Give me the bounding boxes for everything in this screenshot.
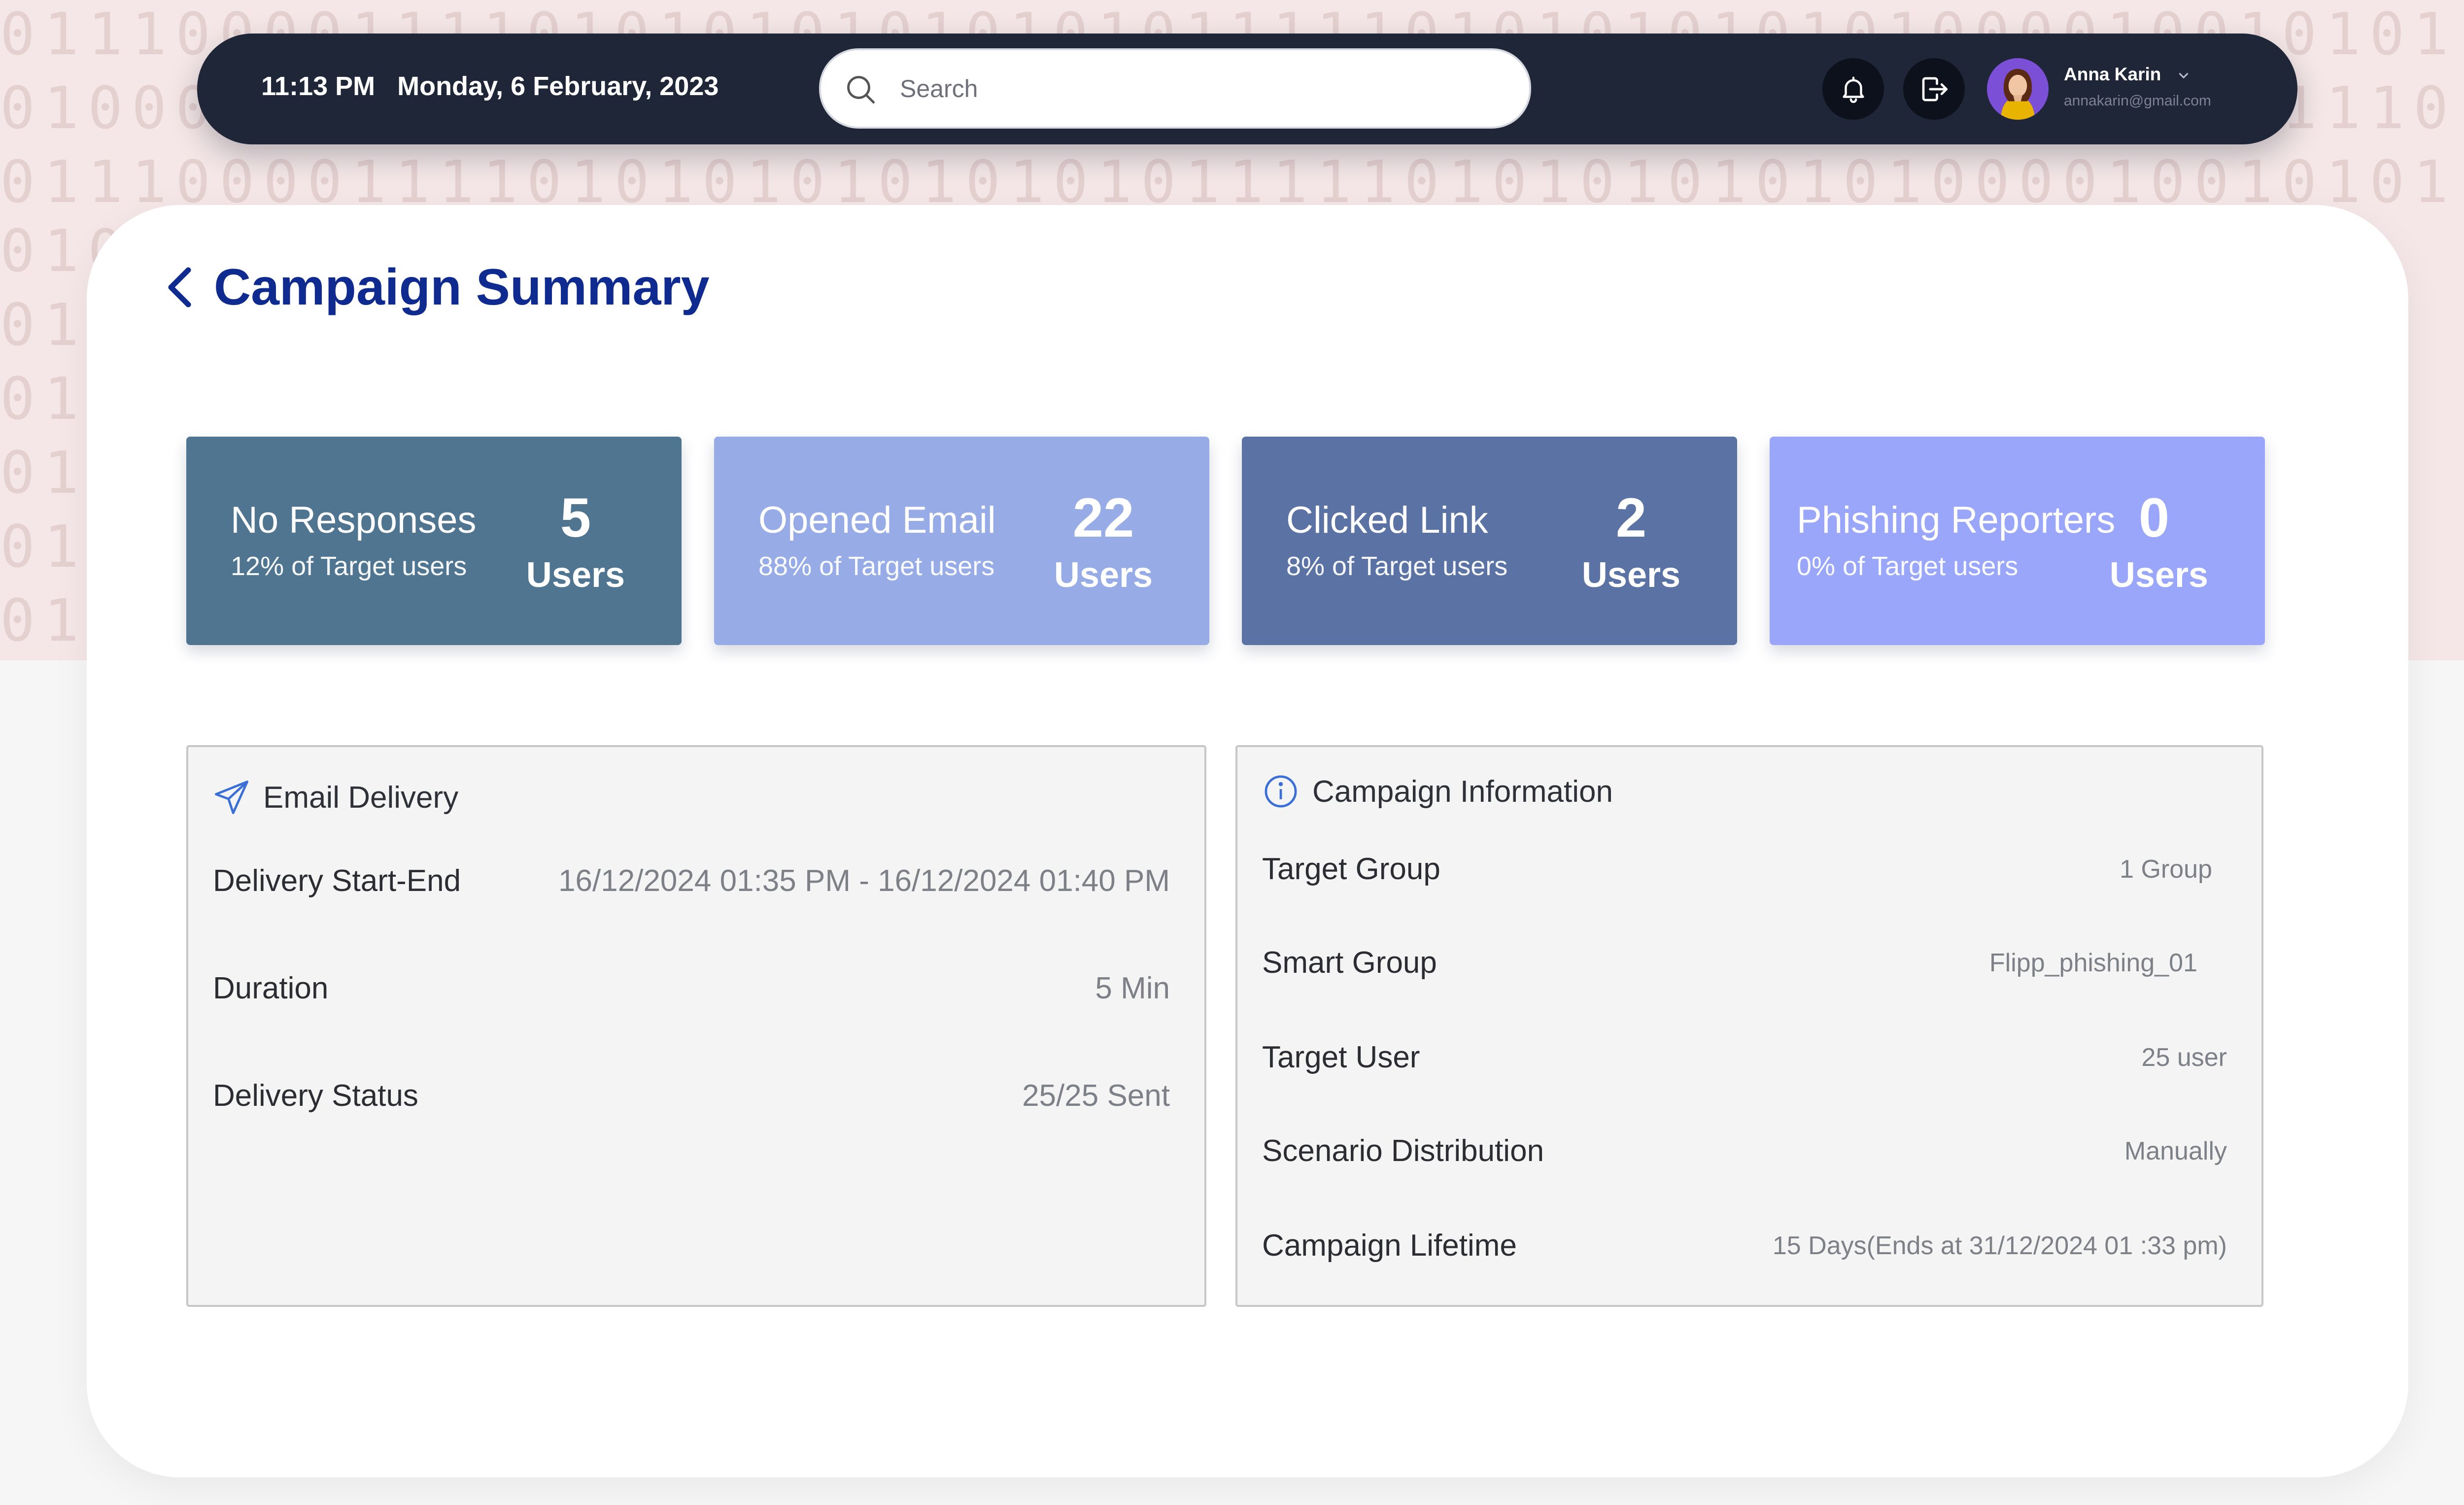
search-box[interactable] <box>819 48 1531 129</box>
back-chevron-icon[interactable] <box>164 265 198 309</box>
detail-label: Delivery Status <box>213 1079 418 1113</box>
stat-unit: Users <box>1581 555 1681 595</box>
detail-value: Flipp_phishing_01 <box>1989 949 2197 977</box>
user-name: Anna Karin <box>2064 64 2161 84</box>
page-title: Campaign Summary <box>214 259 710 316</box>
user-name-row: Anna Karin <box>2064 64 2211 85</box>
search-input[interactable] <box>900 69 1481 108</box>
info-icon <box>1265 775 1297 808</box>
email-delivery-panel: Email Delivery Delivery Start-End 16/12/… <box>186 745 1206 1307</box>
stat-count: 5 <box>560 487 591 548</box>
campaign-summary-card: Campaign Summary No Responses 12% of Tar… <box>87 205 2408 1477</box>
logout-button[interactable] <box>1903 58 1965 120</box>
detail-value: 25 user <box>2141 1043 2227 1072</box>
user-menu[interactable]: Anna Karin annakarin@gmail.com <box>2064 64 2211 109</box>
current-time: 11:13 PM <box>261 71 376 101</box>
detail-label: Scenario Distribution <box>1262 1134 1544 1168</box>
avatar[interactable] <box>1987 58 2049 120</box>
stat-subtitle: 8% of Target users <box>1286 551 1508 581</box>
detail-label: Delivery Start-End <box>213 864 461 898</box>
stat-count: 0 <box>2138 487 2170 548</box>
stat-count: 2 <box>1615 487 1647 548</box>
detail-label: Smart Group <box>1262 946 1437 980</box>
stat-unit: Users <box>1054 555 1153 595</box>
stat-card-no-responses[interactable]: No Responses 12% of Target users 5 Users <box>186 437 682 645</box>
detail-label: Campaign Lifetime <box>1262 1229 1517 1263</box>
detail-value: Manually <box>2124 1137 2227 1165</box>
current-date: Monday, 6 February, 2023 <box>397 71 719 101</box>
panel-heading-text: Campaign Information <box>1312 774 1613 809</box>
send-icon <box>214 780 249 815</box>
clock: 11:13 PM Monday, 6 February, 2023 <box>261 71 719 102</box>
stat-subtitle: 88% of Target users <box>758 551 995 581</box>
stat-card-phishing-reporters[interactable]: Phishing Reporters 0% of Target users 0 … <box>1770 437 2265 645</box>
bell-icon <box>1842 76 1864 103</box>
stat-subtitle: 0% of Target users <box>1797 551 2019 581</box>
detail-value: 25/25 Sent <box>1022 1079 1170 1113</box>
campaign-information-panel: Campaign Information Target Group 1 Grou… <box>1235 745 2263 1307</box>
stat-title: Phishing Reporters <box>1797 499 2116 541</box>
detail-value: 16/12/2024 01:35 PM - 16/12/2024 01:40 P… <box>558 864 1170 898</box>
search-icon <box>847 76 875 104</box>
stat-unit: Users <box>2109 555 2209 595</box>
stat-title: No Responses <box>231 499 477 541</box>
chevron-down-icon[interactable] <box>2175 67 2192 84</box>
detail-label: Target User <box>1262 1040 1420 1074</box>
notifications-button[interactable] <box>1822 58 1884 120</box>
stat-count: 22 <box>1072 487 1134 548</box>
user-email: annakarin@gmail.com <box>2064 93 2211 109</box>
stat-title: Clicked Link <box>1286 499 1488 541</box>
campaign-information-heading: Campaign Information <box>1262 773 1613 810</box>
stat-subtitle: 12% of Target users <box>231 551 467 581</box>
panel-heading-text: Email Delivery <box>263 780 459 815</box>
top-bar: 11:13 PM Monday, 6 February, 2023 Anna K… <box>197 34 2297 144</box>
email-delivery-heading: Email Delivery <box>213 779 458 816</box>
stat-card-clicked-link[interactable]: Clicked Link 8% of Target users 2 Users <box>1242 437 1737 645</box>
detail-label: Target Group <box>1262 852 1440 886</box>
detail-value: 15 Days(Ends at 31/12/2024 01 :33 pm) <box>1772 1231 2227 1260</box>
detail-value: 5 Min <box>1095 971 1170 1005</box>
stat-title: Opened Email <box>758 499 996 541</box>
stat-unit: Users <box>526 555 625 595</box>
logout-icon <box>1922 77 1948 101</box>
detail-value: 1 Group <box>2120 855 2212 884</box>
stat-card-opened-email[interactable]: Opened Email 88% of Target users 22 User… <box>714 437 1209 645</box>
detail-label: Duration <box>213 971 329 1005</box>
